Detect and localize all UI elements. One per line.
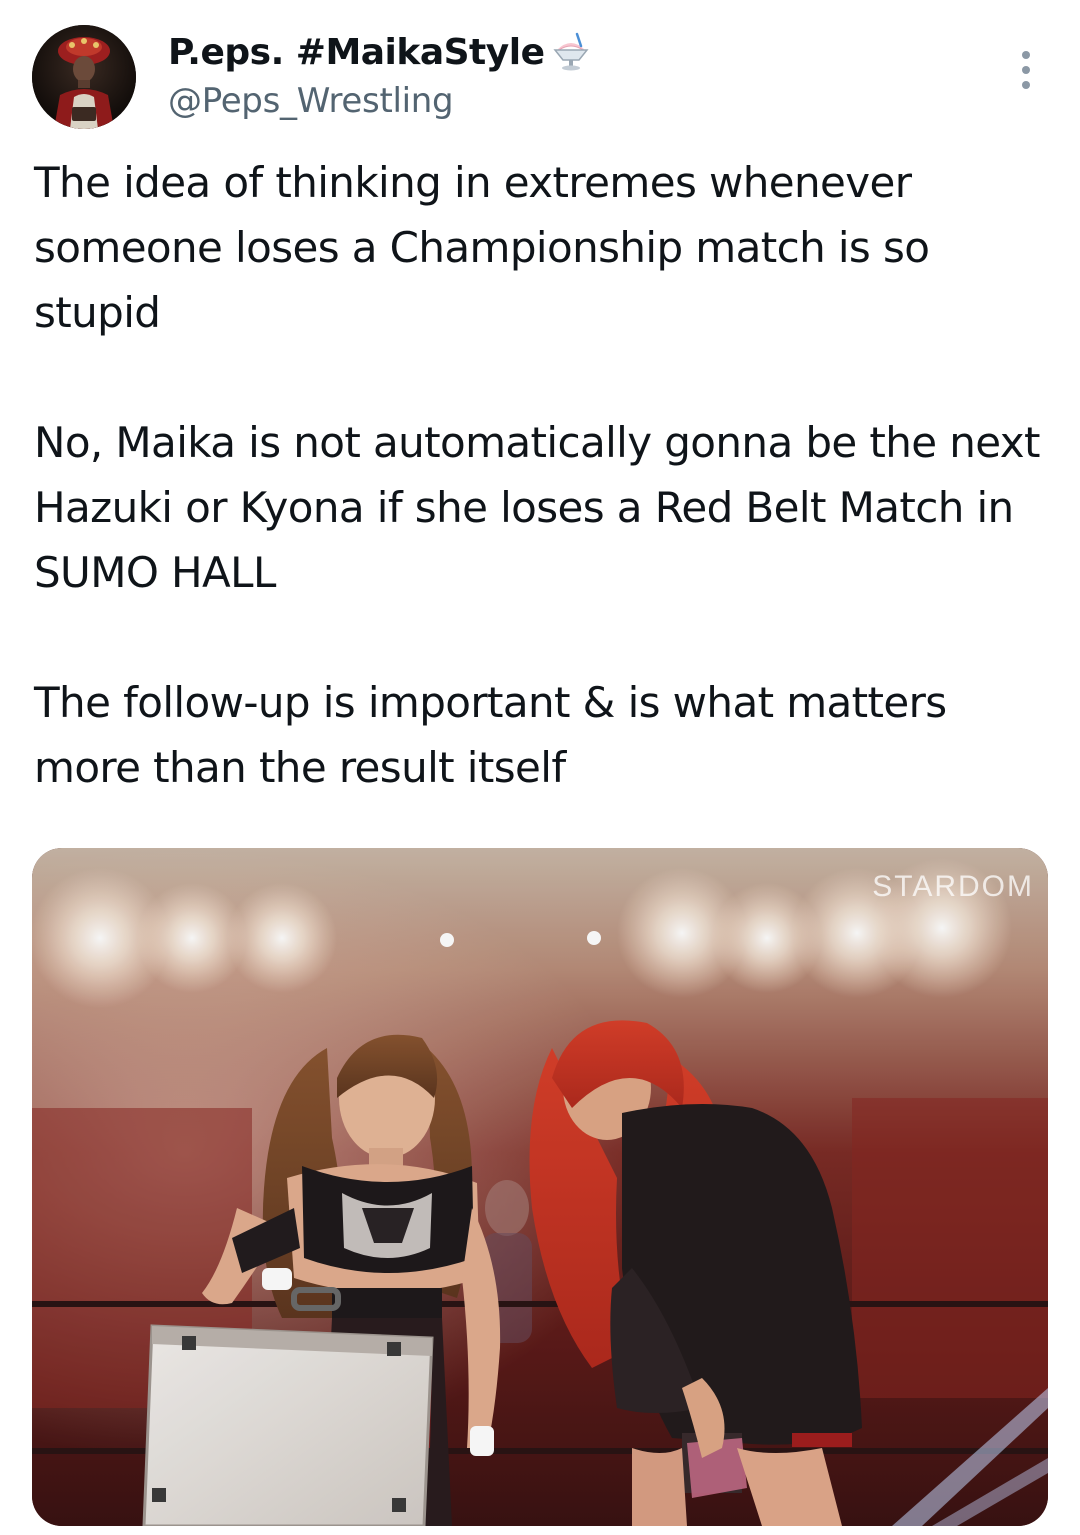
avatar[interactable] bbox=[32, 25, 136, 129]
wrestler-avatar-image bbox=[32, 25, 136, 129]
tweet-header: P.eps. #MaikaStyle @Peps_Wrestling bbox=[32, 25, 1048, 131]
display-name[interactable]: P.eps. #MaikaStyle bbox=[168, 32, 545, 73]
display-name-row: P.eps. #MaikaStyle bbox=[168, 29, 593, 75]
author-names: P.eps. #MaikaStyle @Peps_Wrestling bbox=[168, 29, 593, 121]
more-dot bbox=[1022, 81, 1030, 89]
more-options-icon[interactable] bbox=[1004, 45, 1048, 95]
wrestling-ring-photo bbox=[32, 848, 1048, 1526]
more-dot bbox=[1022, 51, 1030, 59]
page-bottom-edge bbox=[0, 1528, 1080, 1535]
stardom-watermark: STARDOM bbox=[872, 870, 1034, 903]
tweet-media[interactable]: STARDOM bbox=[32, 848, 1048, 1526]
shaved-ice-emoji-icon bbox=[549, 30, 593, 74]
more-dot bbox=[1022, 66, 1030, 74]
author-handle[interactable]: @Peps_Wrestling bbox=[168, 81, 593, 121]
tweet-text: The idea of thinking in extremes wheneve… bbox=[34, 158, 1041, 792]
